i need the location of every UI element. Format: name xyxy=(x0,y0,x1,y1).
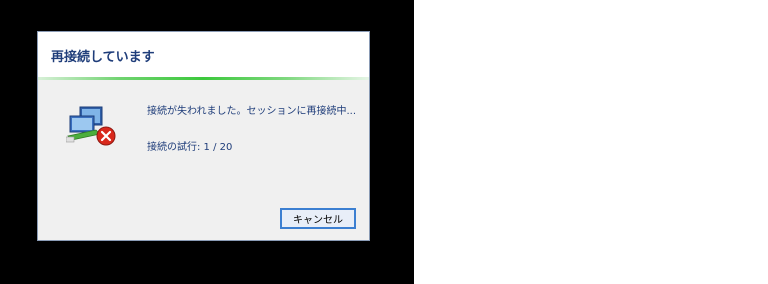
cancel-button[interactable]: キャンセル xyxy=(280,208,356,229)
dialog-title: 再接続しています xyxy=(51,50,155,65)
reconnect-dialog: 再接続しています 接続が失われました。セッションに再接続中... 接続の試行: … xyxy=(37,31,370,241)
dialog-header: 再接続しています xyxy=(38,32,369,78)
network-disconnected-icon xyxy=(66,106,116,146)
progress-bar xyxy=(38,77,369,80)
status-message: 接続が失われました。セッションに再接続中... xyxy=(147,106,357,117)
error-x-icon xyxy=(96,126,116,146)
attempt-counter: 接続の試行: 1 / 20 xyxy=(147,142,233,153)
